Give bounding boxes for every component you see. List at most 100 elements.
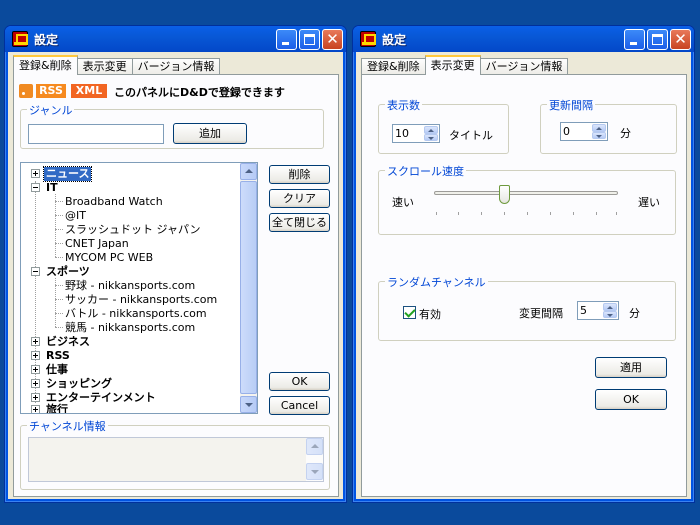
tree-label: ショッピング xyxy=(46,377,112,390)
minimize-button[interactable] xyxy=(276,29,297,50)
display-count-label: 表示数 xyxy=(385,97,422,113)
tab-register-delete[interactable]: 登録&削除 xyxy=(13,55,78,75)
slider-track xyxy=(434,191,618,195)
spinner-arrows xyxy=(603,303,617,318)
textarea-scrollbar[interactable] xyxy=(306,438,323,481)
tree-item-feed[interactable]: @IT xyxy=(21,209,241,223)
tree-label: スラッシュドット ジャパン xyxy=(65,223,201,236)
tab-display-settings[interactable]: 表示変更 xyxy=(424,55,481,75)
client-area: 登録&削除 表示変更 バージョン情報 RSS XML このパネルにD&Dで登録で… xyxy=(8,52,343,499)
title-bar[interactable]: 設定 ✕ xyxy=(353,26,694,52)
tree-item-business[interactable]: ビジネス xyxy=(21,335,241,349)
change-interval-spinner[interactable]: 5 xyxy=(577,301,619,320)
tree-item-news[interactable]: ニュース xyxy=(21,166,241,182)
slider-tick xyxy=(616,212,617,215)
clear-button[interactable]: クリア xyxy=(269,189,330,208)
decrement-icon[interactable] xyxy=(424,133,438,141)
display-count-unit: タイトル xyxy=(449,129,493,142)
genre-input[interactable] xyxy=(28,124,164,144)
cancel-button[interactable]: Cancel xyxy=(269,396,330,415)
increment-icon[interactable] xyxy=(603,303,617,311)
tree-item-shopping[interactable]: ショッピング xyxy=(21,377,241,391)
tree-item-work[interactable]: 仕事 xyxy=(21,363,241,377)
genre-group-label: ジャンル xyxy=(27,102,75,118)
spinner-arrows xyxy=(424,126,438,141)
scrollbar-thumb[interactable] xyxy=(240,181,257,394)
apply-button[interactable]: 適用 xyxy=(595,357,667,378)
maximize-button[interactable] xyxy=(299,29,320,50)
tree-item-feed[interactable]: バトル - nikkansports.com xyxy=(21,307,241,321)
close-button[interactable]: ✕ xyxy=(670,29,691,50)
collapse-icon[interactable] xyxy=(31,183,40,192)
tab-page: RSS XML このパネルにD&Dで登録できます ジャンル 追加 ニュース IT… xyxy=(13,74,339,497)
tree-label: RSS xyxy=(46,349,70,362)
update-interval-spinner[interactable]: 0 xyxy=(560,122,608,141)
scroll-down-icon[interactable] xyxy=(306,463,323,480)
slider-tick xyxy=(527,212,528,215)
slider-thumb[interactable] xyxy=(499,185,510,204)
scroll-up-icon[interactable] xyxy=(306,438,323,455)
tree-item-feed[interactable]: CNET Japan xyxy=(21,237,241,251)
feed-tree: ニュース IT Broadband Watch @IT スラッシュドット ジャパ… xyxy=(20,162,258,414)
expand-icon[interactable] xyxy=(31,379,40,388)
tab-version-info[interactable]: バージョン情報 xyxy=(479,58,569,75)
increment-icon[interactable] xyxy=(592,124,606,132)
tab-version-info[interactable]: バージョン情報 xyxy=(131,58,221,75)
expand-icon[interactable] xyxy=(31,337,40,346)
scroll-down-icon[interactable] xyxy=(240,396,257,413)
display-count-spinner[interactable]: 10 xyxy=(392,124,440,143)
tree-label: ニュース xyxy=(42,166,93,182)
tree-item-it[interactable]: IT xyxy=(21,181,241,195)
slider-tick xyxy=(481,212,482,215)
tree-label: MYCOM PC WEB xyxy=(65,251,154,264)
tree-item-feed[interactable]: 野球 - nikkansports.com xyxy=(21,279,241,293)
minimize-button[interactable] xyxy=(624,29,645,50)
channel-info-textarea[interactable] xyxy=(28,437,324,482)
slider-tick xyxy=(436,212,437,215)
scroll-up-icon[interactable] xyxy=(240,163,257,180)
scroll-fast-label: 速い xyxy=(392,196,414,209)
close-button[interactable]: ✕ xyxy=(322,29,343,50)
enabled-checkbox[interactable] xyxy=(403,306,416,319)
tab-register-delete[interactable]: 登録&削除 xyxy=(361,58,426,75)
tab-display-settings[interactable]: 表示変更 xyxy=(76,58,133,75)
expand-icon[interactable] xyxy=(31,351,40,360)
maximize-icon xyxy=(652,34,663,45)
maximize-button[interactable] xyxy=(647,29,668,50)
tree-item-sports[interactable]: スポーツ xyxy=(21,265,241,279)
tree-item-feed[interactable]: サッカー - nikkansports.com xyxy=(21,293,241,307)
update-interval-unit: 分 xyxy=(620,127,631,140)
collapse-all-button[interactable]: 全て閉じる xyxy=(269,213,330,232)
expand-icon[interactable] xyxy=(31,393,40,402)
add-button[interactable]: 追加 xyxy=(173,123,247,144)
tab-strip: 登録&削除 表示変更 バージョン情報 xyxy=(13,55,221,75)
ok-button[interactable]: OK xyxy=(269,372,330,391)
drop-hint-text: このパネルにD&Dで登録できます xyxy=(114,86,285,99)
rss-feed-icon xyxy=(19,84,33,98)
expand-icon[interactable] xyxy=(31,169,40,178)
expand-icon[interactable] xyxy=(31,365,40,374)
delete-button[interactable]: 削除 xyxy=(269,165,330,184)
change-interval-unit: 分 xyxy=(629,307,640,320)
tab-page: 表示数 10 タイトル 更新間隔 0 分 スクロール速度 速い 遅い ランダムチ… xyxy=(361,74,687,497)
tree-item-feed[interactable]: MYCOM PC WEB xyxy=(21,251,241,265)
title-bar[interactable]: 設定 ✕ xyxy=(5,26,346,52)
tree-item-feed[interactable]: スラッシュドット ジャパン xyxy=(21,223,241,237)
decrement-icon[interactable] xyxy=(592,131,606,139)
tree-item-rss[interactable]: RSS xyxy=(21,349,241,363)
tree-label: 旅行 xyxy=(46,403,68,414)
minimize-icon xyxy=(630,42,637,45)
collapse-icon[interactable] xyxy=(31,267,40,276)
decrement-icon[interactable] xyxy=(603,310,617,318)
expand-icon[interactable] xyxy=(31,405,40,413)
tree-scrollbar[interactable] xyxy=(240,163,257,413)
tree-item-feed[interactable]: Broadband Watch xyxy=(21,195,241,209)
increment-icon[interactable] xyxy=(424,126,438,134)
slider-tick xyxy=(550,212,551,215)
ok-button[interactable]: OK xyxy=(595,389,667,410)
update-interval-label: 更新間隔 xyxy=(547,97,595,113)
spinner-arrows xyxy=(592,124,606,139)
scroll-speed-slider[interactable] xyxy=(434,185,618,221)
tree-item-feed[interactable]: 競馬 - nikkansports.com xyxy=(21,321,241,335)
tree-item-travel[interactable]: 旅行 xyxy=(21,403,241,414)
